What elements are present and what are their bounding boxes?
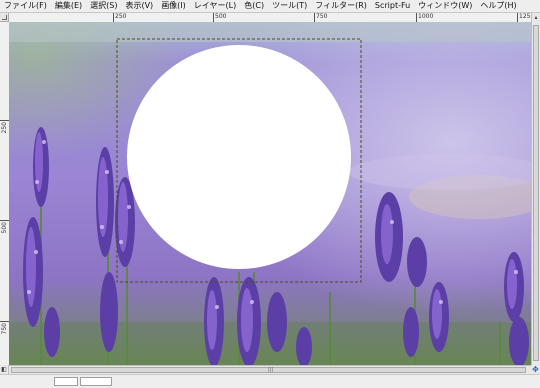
vertical-scroll-thumb[interactable] xyxy=(533,25,539,361)
ruler-label-750: 750 xyxy=(316,13,328,20)
horizontal-scrollbar[interactable]: ||| xyxy=(9,365,531,374)
menu-colors[interactable]: 色(C) xyxy=(240,0,268,12)
vruler-label-500: 500 xyxy=(1,222,8,234)
unit-select[interactable] xyxy=(54,377,78,386)
menu-layer[interactable]: レイヤー(L) xyxy=(190,0,240,12)
ruler-label-500: 500 xyxy=(215,13,227,20)
ruler-label-250: 250 xyxy=(115,13,127,20)
menu-tools[interactable]: ツール(T) xyxy=(268,0,311,12)
quick-mask-icon[interactable]: ◧ xyxy=(0,365,9,374)
menubar: ファイル(F) 編集(E) 選択(S) 表示(V) 画像(I) レイヤー(L) … xyxy=(0,0,540,13)
white-circle-shape xyxy=(127,45,351,269)
menu-help[interactable]: ヘルプ(H) xyxy=(476,0,520,12)
ruler-label-1000: 1000 xyxy=(418,13,434,20)
image-canvas[interactable] xyxy=(9,22,531,365)
ruler-label-1250: 1250 xyxy=(519,13,531,20)
vruler-label-750: 750 xyxy=(1,323,8,335)
menu-file[interactable]: ファイル(F) xyxy=(0,0,51,12)
lavender-photo xyxy=(9,22,531,365)
menu-edit[interactable]: 編集(E) xyxy=(51,0,86,12)
status-bar xyxy=(0,374,540,388)
vertical-scroll-up-icon[interactable]: ▴ xyxy=(533,14,539,22)
menu-script-fu[interactable]: Script-Fu xyxy=(371,0,414,12)
scroll-grip-icon: ||| xyxy=(268,367,274,373)
menu-windows[interactable]: ウィンドウ(W) xyxy=(414,0,476,12)
horizontal-scroll-thumb[interactable]: ||| xyxy=(11,367,526,373)
menu-filters[interactable]: フィルター(R) xyxy=(311,0,371,12)
ruler-corner-icon[interactable] xyxy=(0,13,9,22)
vruler-label-250: 250 xyxy=(1,122,8,134)
menu-select[interactable]: 選択(S) xyxy=(86,0,121,12)
menu-view[interactable]: 表示(V) xyxy=(121,0,157,12)
vertical-scrollbar[interactable]: ▴ xyxy=(531,13,540,365)
zoom-select[interactable] xyxy=(80,377,112,386)
menu-image[interactable]: 画像(I) xyxy=(157,0,190,12)
navigate-icon[interactable]: ✥ xyxy=(531,365,540,374)
